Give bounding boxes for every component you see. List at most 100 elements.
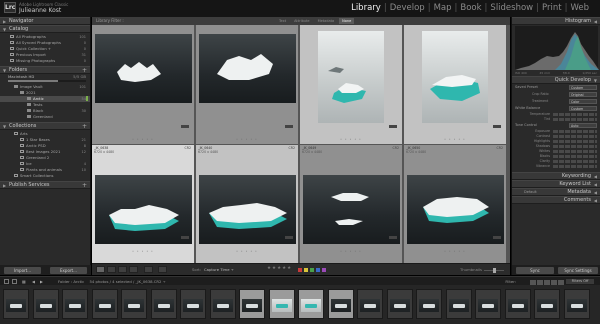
filter-dropdown[interactable]: Filters Off	[566, 279, 594, 284]
develop-badge-icon[interactable]	[285, 125, 293, 128]
photo-thumbnail[interactable]	[318, 31, 384, 123]
filmstrip-thumbnail[interactable]	[239, 289, 265, 319]
grid-cell[interactable]: • • • • •	[196, 25, 299, 145]
sort-direction-icon[interactable]	[158, 266, 167, 273]
photo-thumbnail[interactable]	[407, 175, 504, 244]
tone-adjust-buttons[interactable]	[553, 130, 597, 133]
filmstrip-thumbnail[interactable]	[475, 289, 501, 319]
crop-ratio-dropdown[interactable]: Original	[569, 92, 597, 97]
photo-thumbnail[interactable]	[199, 175, 296, 244]
filmstrip-thumbnail[interactable]	[62, 289, 88, 319]
filmstrip-thumbnail[interactable]	[32, 289, 59, 319]
photo-thumbnail[interactable]	[95, 34, 192, 103]
main-window-icon[interactable]	[4, 279, 9, 284]
color-label-red[interactable]	[298, 268, 302, 272]
publish-services-header[interactable]: ▶ Publish Services +	[0, 181, 90, 189]
grid-cell[interactable]: _JK_0650 6720 x 4480 CR2 • • • • •	[404, 145, 507, 265]
tree-row[interactable]: Greenland	[0, 114, 90, 120]
filmstrip-thumbnail[interactable]	[298, 289, 324, 319]
filmstrip-thumbnail[interactable]	[150, 289, 177, 319]
loupe-view-icon[interactable]	[107, 266, 116, 273]
color-label-purple[interactable]	[322, 268, 326, 272]
filmstrip-thumbnail[interactable]	[534, 289, 560, 319]
color-label-green[interactable]	[310, 268, 314, 272]
painter-icon[interactable]	[144, 266, 153, 273]
collections-header[interactable]: ▼ Collections +	[0, 122, 90, 130]
second-window-icon[interactable]	[12, 279, 17, 284]
cell-rating-dots[interactable]: • • • • •	[92, 137, 194, 141]
photo-thumbnail[interactable]	[422, 31, 488, 123]
filmstrip-thumbnail[interactable]	[91, 289, 118, 319]
grid-view-icon[interactable]	[96, 266, 105, 273]
import-button[interactable]: Import...	[4, 267, 41, 274]
grid-cell[interactable]: _JK_0649 6720 x 4480 CR2 • • • • •	[300, 145, 403, 265]
sync-button[interactable]: Sync	[516, 267, 554, 274]
temperature-buttons[interactable]	[553, 113, 597, 116]
white-balance-dropdown[interactable]: Custom	[569, 106, 597, 111]
metadata-preset[interactable]: Default	[524, 189, 537, 196]
color-label-yellow[interactable]	[304, 268, 308, 272]
quick-develop-header[interactable]: Quick Develop ▼	[512, 76, 600, 84]
tint-buttons[interactable]	[553, 118, 597, 121]
catalog-header[interactable]: ▼ Catalog	[0, 25, 90, 33]
tone-adjust-buttons[interactable]	[553, 165, 597, 168]
compare-view-icon[interactable]	[118, 266, 127, 273]
module-develop[interactable]: Develop	[389, 3, 426, 13]
filmstrip-thumbnail[interactable]	[327, 289, 354, 319]
color-label-blue[interactable]	[316, 268, 320, 272]
rating-stars[interactable]: ★★★★★	[267, 266, 292, 271]
saved-preset-dropdown[interactable]: Custom	[569, 85, 597, 90]
photo-thumbnail[interactable]	[95, 175, 192, 244]
filmstrip-thumbnail[interactable]	[268, 289, 295, 319]
develop-badge-icon[interactable]	[493, 125, 501, 128]
filmstrip-thumbnail[interactable]	[445, 289, 472, 319]
add-publish-service-icon[interactable]: +	[82, 182, 87, 189]
filmstrip-thumbnail[interactable]	[563, 289, 590, 319]
tone-adjust-buttons[interactable]	[553, 160, 597, 163]
comments-header[interactable]: Comments ◀	[512, 196, 600, 204]
grid-cell[interactable]: • • • • •	[92, 25, 195, 145]
module-print[interactable]: Print	[541, 3, 563, 13]
tone-adjust-buttons[interactable]	[553, 135, 597, 138]
filter-tab-none[interactable]: None	[339, 18, 355, 24]
tone-adjust-buttons[interactable]	[553, 140, 597, 143]
grid-icon[interactable]: ▦	[22, 277, 27, 284]
treatment-dropdown[interactable]: Color	[569, 99, 597, 104]
filmstrip-thumbnail[interactable]	[504, 289, 531, 319]
tone-auto-button[interactable]: Auto	[569, 123, 597, 128]
grid-cell[interactable]: _JK_0638 6720 x 4480 CR2 • • • • •	[92, 145, 195, 265]
module-book[interactable]: Book	[459, 3, 482, 13]
module-slideshow[interactable]: Slideshow	[489, 3, 534, 13]
develop-badge-icon[interactable]	[181, 125, 189, 128]
filmstrip-thumbnail[interactable]	[357, 289, 383, 319]
module-web[interactable]: Web	[569, 3, 590, 13]
tree-row[interactable]: Missing Photographs 0	[0, 58, 90, 64]
cell-rating-dots[interactable]: • • • • •	[92, 249, 194, 253]
grid-cell[interactable]: • • • • •	[404, 25, 507, 145]
grid-cell[interactable]: _JK_0640 6720 x 4480 CR2 • • • • •	[196, 145, 299, 265]
keyword-list-header[interactable]: Keyword List ◀	[512, 180, 600, 188]
cell-rating-dots[interactable]: • • • • •	[404, 249, 506, 253]
cell-rating-dots[interactable]: • • • • •	[196, 137, 298, 141]
develop-badge-icon[interactable]	[285, 236, 293, 239]
filmstrip-thumbnail[interactable]	[386, 289, 413, 319]
add-collection-icon[interactable]: +	[82, 123, 87, 130]
develop-badge-icon[interactable]	[181, 236, 189, 239]
cell-rating-dots[interactable]: • • • • •	[404, 137, 506, 141]
export-button[interactable]: Export...	[50, 267, 87, 274]
filmstrip-thumbnail[interactable]	[416, 289, 442, 319]
keywording-header[interactable]: Keywording ◀	[512, 172, 600, 180]
cell-rating-dots[interactable]: • • • • •	[300, 137, 402, 141]
photo-thumbnail[interactable]	[303, 175, 400, 244]
forward-arrow-icon[interactable]: ▶	[40, 277, 45, 284]
back-arrow-icon[interactable]: ◀	[32, 277, 37, 284]
add-folder-icon[interactable]: +	[82, 67, 87, 74]
thumbnail-size-slider[interactable]	[484, 268, 504, 273]
tree-row[interactable]: Smart Collections	[0, 173, 90, 179]
filmstrip-thumbnail[interactable]	[121, 289, 147, 319]
cell-rating-dots[interactable]: • • • • •	[300, 249, 402, 253]
navigator-header[interactable]: ▶ Navigator	[0, 17, 90, 25]
sync-settings-button[interactable]: Sync Settings	[558, 267, 598, 274]
filmstrip-thumbnail[interactable]	[209, 289, 236, 319]
module-map[interactable]: Map	[433, 3, 453, 13]
